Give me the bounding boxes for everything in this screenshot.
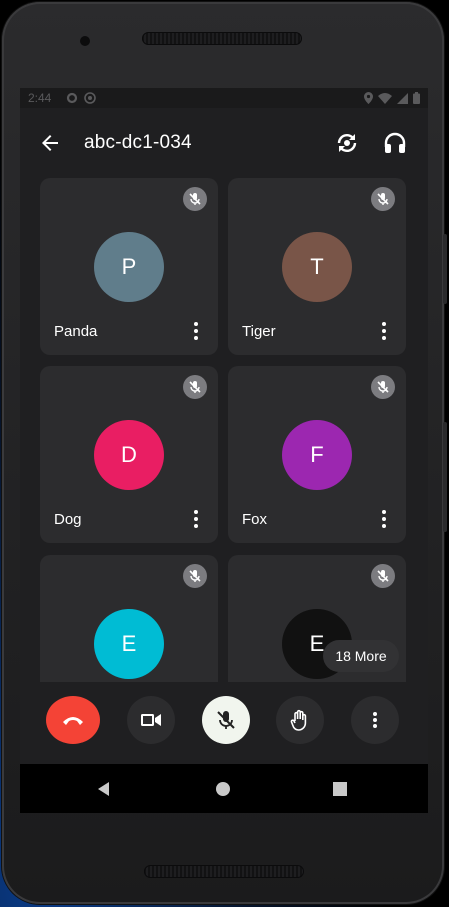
participant-grid: P Panda T Tiger D Dog F Fox E E — [20, 178, 428, 682]
more-participants-button[interactable]: 18 More — [323, 640, 399, 672]
top-speaker — [142, 32, 302, 45]
headphones-icon[interactable] — [382, 130, 408, 156]
system-nav-bar — [20, 764, 428, 813]
avatar: D — [94, 420, 164, 490]
call-controls — [20, 682, 428, 764]
more-vert-icon[interactable] — [376, 320, 392, 342]
more-vert-icon[interactable] — [188, 320, 204, 342]
mic-toggle-button[interactable] — [202, 696, 250, 744]
video-camera-icon — [141, 714, 161, 726]
screen: 2:44 abc-dc1-034 P Panda T Tiger D Dog F… — [20, 88, 428, 813]
front-camera — [80, 36, 90, 46]
status-time: 2:44 — [28, 91, 52, 105]
mic-off-badge — [183, 564, 207, 588]
mic-off-badge — [183, 375, 207, 399]
more-options-button[interactable] — [351, 696, 399, 744]
switch-camera-icon[interactable] — [334, 130, 360, 156]
video-toggle-button[interactable] — [127, 696, 175, 744]
back-arrow-icon[interactable] — [38, 131, 62, 155]
mic-off-badge — [371, 187, 395, 211]
mic-off-icon — [377, 381, 389, 393]
battery-icon — [413, 92, 420, 104]
more-vert-icon — [373, 712, 377, 728]
volume-button — [443, 422, 447, 532]
participant-tile[interactable]: D Dog — [40, 366, 218, 543]
app-bar: abc-dc1-034 — [20, 108, 428, 178]
avatar: T — [282, 232, 352, 302]
participant-tile[interactable]: T Tiger — [228, 178, 406, 355]
raise-hand-button[interactable] — [276, 696, 324, 744]
cast-icon — [84, 92, 96, 104]
more-vert-icon[interactable] — [188, 508, 204, 530]
end-call-icon — [63, 717, 83, 725]
nav-back-icon[interactable] — [93, 778, 115, 800]
participant-tile[interactable]: F Fox — [228, 366, 406, 543]
mic-off-icon — [189, 193, 201, 205]
mic-off-icon — [189, 570, 201, 582]
mic-off-icon — [189, 381, 201, 393]
mic-off-badge — [183, 187, 207, 211]
mic-off-icon — [217, 711, 235, 729]
location-icon — [364, 92, 373, 104]
participant-tile[interactable]: E — [40, 555, 218, 682]
wifi-icon — [378, 92, 392, 104]
participant-name: Fox — [242, 511, 268, 528]
power-button — [443, 234, 447, 304]
settings-icon — [66, 92, 78, 104]
meeting-title: abc-dc1-034 — [84, 132, 192, 153]
bottom-speaker — [144, 865, 304, 878]
mic-off-icon — [377, 570, 389, 582]
raise-hand-icon — [290, 709, 307, 731]
participant-tile[interactable]: P Panda — [40, 178, 218, 355]
mic-off-badge — [371, 375, 395, 399]
avatar: F — [282, 420, 352, 490]
participant-name: Dog — [54, 511, 82, 528]
nav-recents-icon[interactable] — [329, 778, 351, 800]
participant-name: Tiger — [242, 323, 276, 340]
avatar: P — [94, 232, 164, 302]
mic-off-badge — [371, 564, 395, 588]
end-call-button[interactable] — [46, 696, 100, 744]
more-vert-icon[interactable] — [376, 508, 392, 530]
nav-home-icon[interactable] — [212, 778, 234, 800]
signal-icon — [397, 92, 408, 104]
avatar: E — [94, 609, 164, 679]
mic-off-icon — [377, 193, 389, 205]
participant-name: Panda — [54, 323, 98, 340]
status-bar: 2:44 — [20, 88, 428, 108]
